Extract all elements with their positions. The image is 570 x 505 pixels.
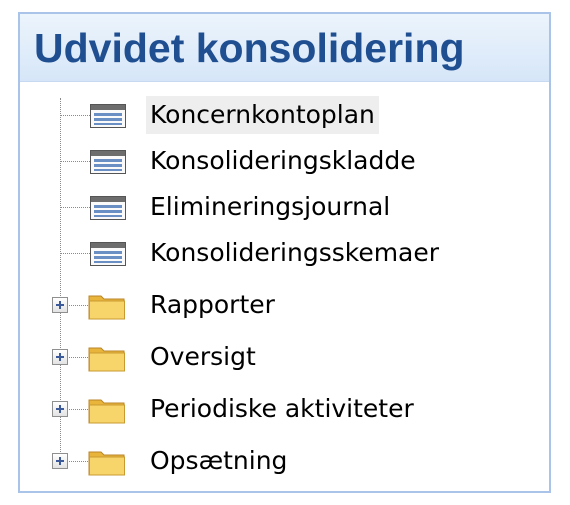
expand-plus-icon[interactable] bbox=[52, 297, 68, 313]
navigation-pane: Udvidet konsolidering Koncernkontoplan K… bbox=[18, 12, 551, 493]
folder-icon bbox=[88, 451, 125, 476]
expand-plus-icon[interactable] bbox=[52, 349, 68, 365]
tree-item-elimineringsjournal[interactable]: Elimineringsjournal bbox=[20, 184, 549, 230]
tree-item-label[interactable]: Rapporter bbox=[146, 286, 279, 324]
expand-plus-icon[interactable] bbox=[52, 453, 68, 469]
form-icon bbox=[90, 196, 126, 220]
tree-folder-opsaetning[interactable]: Opsætning bbox=[20, 438, 549, 484]
folder-icon bbox=[88, 399, 125, 424]
tree-item-label[interactable]: Elimineringsjournal bbox=[146, 188, 394, 226]
tree-folder-periodiske-aktiviteter[interactable]: Periodiske aktiviteter bbox=[20, 386, 549, 432]
tree-item-label[interactable]: Opsætning bbox=[146, 442, 291, 480]
tree-item-konsolideringskladde[interactable]: Konsolideringskladde bbox=[20, 138, 549, 184]
form-icon bbox=[90, 150, 126, 174]
tree-branch-line bbox=[60, 115, 90, 116]
folder-icon bbox=[88, 347, 125, 372]
tree-item-label[interactable]: Konsolideringsskemaer bbox=[146, 234, 443, 272]
tree-folder-rapporter[interactable]: Rapporter bbox=[20, 282, 549, 328]
folder-icon bbox=[88, 295, 125, 320]
pane-title: Udvidet konsolidering bbox=[34, 25, 465, 71]
tree-item-label[interactable]: Oversigt bbox=[146, 338, 260, 376]
tree-item-koncernkontoplan[interactable]: Koncernkontoplan bbox=[20, 92, 549, 138]
tree-branch-line bbox=[60, 161, 90, 162]
expand-plus-icon[interactable] bbox=[52, 401, 68, 417]
tree-item-konsolideringsskemaer[interactable]: Konsolideringsskemaer bbox=[20, 230, 549, 276]
tree-item-label[interactable]: Periodiske aktiviteter bbox=[146, 390, 418, 428]
pane-header: Udvidet konsolidering bbox=[20, 14, 549, 82]
tree-branch-line bbox=[60, 207, 90, 208]
tree-folder-oversigt[interactable]: Oversigt bbox=[20, 334, 549, 380]
tree-branch-line bbox=[60, 253, 90, 254]
tree-item-label[interactable]: Konsolideringskladde bbox=[146, 142, 420, 180]
form-icon bbox=[90, 242, 126, 266]
navigation-tree: Koncernkontoplan Konsolideringskladde El… bbox=[20, 82, 549, 491]
tree-item-label[interactable]: Koncernkontoplan bbox=[146, 96, 379, 134]
form-icon bbox=[90, 104, 126, 128]
